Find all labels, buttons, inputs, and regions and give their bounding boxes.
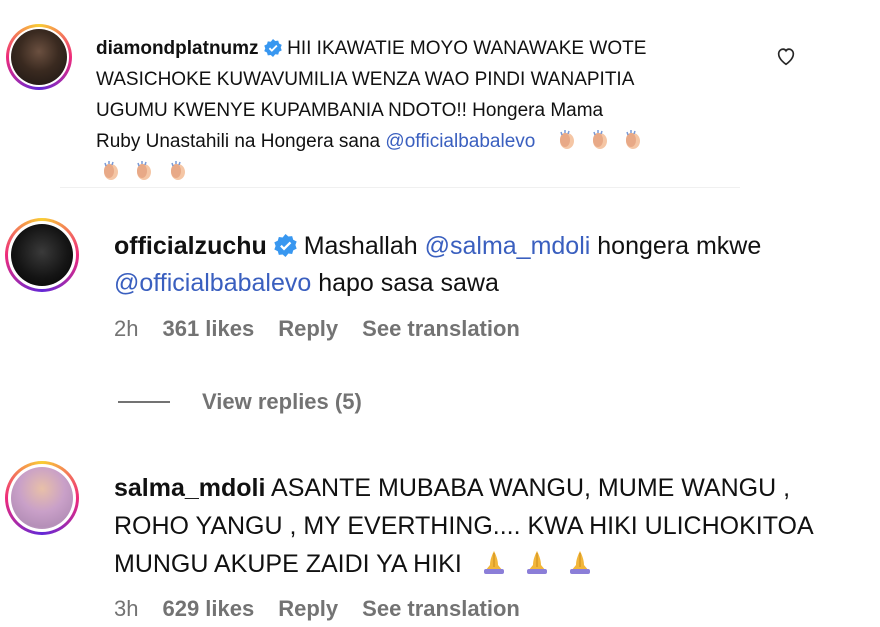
folded-hands-icon (526, 551, 547, 574)
comment-text-line: MUNGU AKUPE ZAIDI YA HIKI (114, 550, 462, 578)
clapping-hands-icon (104, 161, 118, 180)
view-replies-line (118, 401, 170, 403)
comment-text-line: ROHO YANGU , MY EVERTHING.... KWA HIKI U… (114, 512, 814, 540)
comment-text-diamondplatnumz: diamondplatnumz HII IKAWATIE MOYO WANAWA… (96, 33, 776, 188)
comment-text-salma_mdoli: salma_mdoli ASANTE MUBABA WANGU, MUME WA… (114, 469, 874, 583)
clapping-hands-icon (170, 161, 185, 180)
comment-text-officialzuchu: officialzuchu Mashallah @salma_mdoli hon… (114, 228, 874, 302)
divider (60, 187, 740, 188)
comment-text: Mashallah (303, 232, 425, 260)
likes-count[interactable]: 361 likes (162, 316, 254, 342)
like-heart-icon[interactable] (775, 45, 797, 67)
view-replies-button[interactable]: View replies (5) (118, 389, 362, 415)
comment-meta: 2h 361 likes Reply See translation (114, 316, 544, 342)
avatar-salma_mdoli[interactable] (5, 461, 79, 535)
folded-hands-icon (483, 551, 504, 574)
comment-text-line: UGUMU KWENYE KUPAMBANIA NDOTO!! Hongera … (96, 100, 604, 121)
avatar-diamondplatnumz[interactable] (6, 24, 72, 90)
verified-badge-icon (264, 39, 282, 57)
mention-link[interactable]: @officialbabalevo (385, 131, 535, 152)
likes-count[interactable]: 629 likes (162, 596, 254, 622)
see-translation-button[interactable]: See translation (362, 316, 520, 342)
clapping-hands-icon (559, 130, 574, 149)
username[interactable]: officialzuchu (114, 232, 267, 260)
verified-badge-icon (274, 234, 297, 257)
comment-text-line: HII IKAWATIE MOYO WANAWAKE WOTE (287, 38, 647, 59)
comment-meta: 3h 629 likes Reply See translation (114, 596, 544, 622)
clapping-hands-icon (626, 130, 641, 149)
comment-text-line: Ruby Unastahili na Hongera sana (96, 131, 386, 152)
mention-link[interactable]: @officialbabalevo (114, 269, 311, 297)
timestamp: 2h (114, 316, 139, 341)
comment-text-line: ASANTE MUBABA WANGU, MUME WANGU , (271, 474, 791, 502)
reply-button[interactable]: Reply (278, 316, 338, 342)
avatar-officialzuchu[interactable] (5, 218, 79, 292)
mention-link[interactable]: @salma_mdoli (425, 232, 591, 260)
view-replies-label: View replies (5) (202, 389, 362, 414)
comment-text: hongera mkwe (590, 232, 762, 260)
comment-text-line: WASICHOKE KUWAVUMILIA WENZA WAO PINDI WA… (96, 69, 635, 90)
clapping-hands-icon (137, 161, 152, 180)
username[interactable]: salma_mdoli (114, 474, 265, 502)
username[interactable]: diamondplatnumz (96, 38, 259, 59)
reply-button[interactable]: Reply (278, 596, 338, 622)
folded-hands-icon (569, 551, 590, 574)
comment-text: hapo sasa sawa (311, 269, 499, 297)
see-translation-button[interactable]: See translation (362, 596, 520, 622)
clapping-hands-icon (593, 130, 608, 149)
timestamp: 3h (114, 596, 139, 621)
